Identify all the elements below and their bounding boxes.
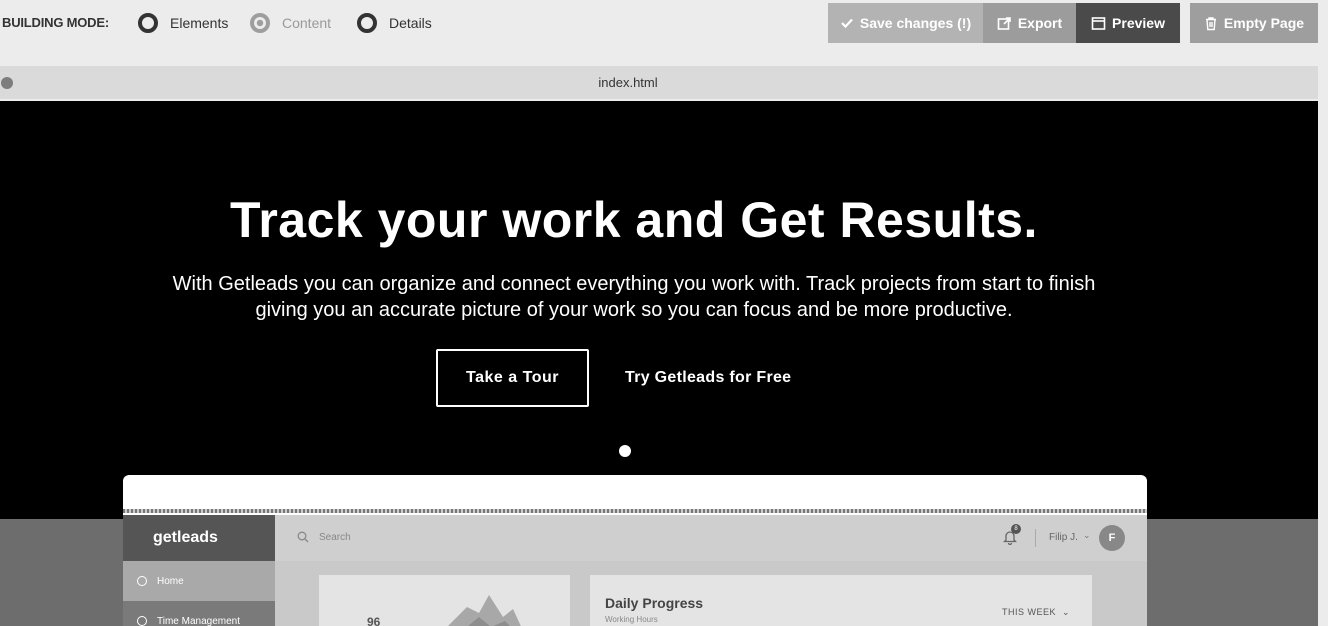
app-header: Search 8 Filip J. ⌄ F [275,515,1147,561]
avatar: F [1099,525,1125,551]
mode-elements-label: Elements [170,15,229,31]
export-label: Export [1017,15,1063,31]
sidebar-item-home: Home [123,561,275,601]
radio-icon[interactable] [138,13,158,33]
user-name: Filip J. [1049,532,1078,543]
stat-value: 96 [367,615,381,626]
file-tab-bar: index.html [0,66,1318,99]
progress-title: Daily Progress [605,595,704,611]
app-mockup: getleads Home Time Management Search 8 F… [123,515,1147,626]
check-icon [841,18,853,29]
hero-section[interactable]: Track your work and Get Results. With Ge… [0,101,1318,626]
mountain-chart-icon [448,595,521,626]
sidebar-item-time-management: Time Management [123,601,275,626]
save-changes-label: Save changes (!) [859,15,972,31]
file-name[interactable]: index.html [0,75,1256,90]
export-button[interactable]: Export [983,3,1076,43]
window-icon [1091,16,1106,30]
empty-page-button[interactable]: Empty Page [1190,3,1318,43]
hero-title: Track your work and Get Results. [230,192,1038,248]
home-icon [137,576,147,586]
radio-selected-icon[interactable] [250,13,270,33]
progress-subtitle: Working Hours [605,615,658,624]
external-link-icon [997,16,1011,30]
chevron-down-icon: ⌄ [1083,530,1091,540]
building-mode-label: BUILDING MODE: [2,15,109,30]
radio-icon[interactable] [357,13,377,33]
sidebar-item-label: Home [157,575,184,587]
stats-card: 96 [319,575,570,626]
clock-icon [137,616,147,626]
mode-elements[interactable]: Elements [138,12,228,34]
preview-label: Preview [1112,15,1165,31]
canvas-right-edge [1318,66,1328,626]
mode-content-label: Content [282,15,332,31]
frame-divider [123,509,1147,513]
app-search: Search [297,531,351,543]
try-free-link[interactable]: Try Getleads for Free [625,369,791,387]
trash-icon [1205,16,1216,30]
take-tour-button[interactable]: Take a Tour [436,349,589,407]
range-select: THIS WEEK ⌄ [1002,607,1071,617]
search-icon [297,531,309,543]
preview-button[interactable]: Preview [1076,3,1180,43]
header-divider [1035,529,1036,547]
app-sidebar: getleads Home Time Management [123,515,275,626]
toolbar: BUILDING MODE: Elements Content Details … [0,0,1328,66]
mode-details-label: Details [389,15,432,31]
app-logo: getleads [123,515,275,561]
hero-subtitle: With Getleads you can organize and conne… [172,273,1096,321]
mode-content[interactable]: Content [250,12,331,34]
daily-progress-card: Daily Progress Working Hours THIS WEEK ⌄ [590,575,1092,626]
range-label: THIS WEEK [1002,607,1057,617]
empty-page-label: Empty Page [1223,15,1305,31]
slider-dot[interactable] [619,445,631,457]
notification-badge: 8 [1011,524,1021,534]
mode-details[interactable]: Details [357,12,432,34]
search-placeholder: Search [319,531,351,543]
sidebar-item-label: Time Management [157,615,240,626]
save-changes-button[interactable]: Save changes (!) [828,3,983,43]
